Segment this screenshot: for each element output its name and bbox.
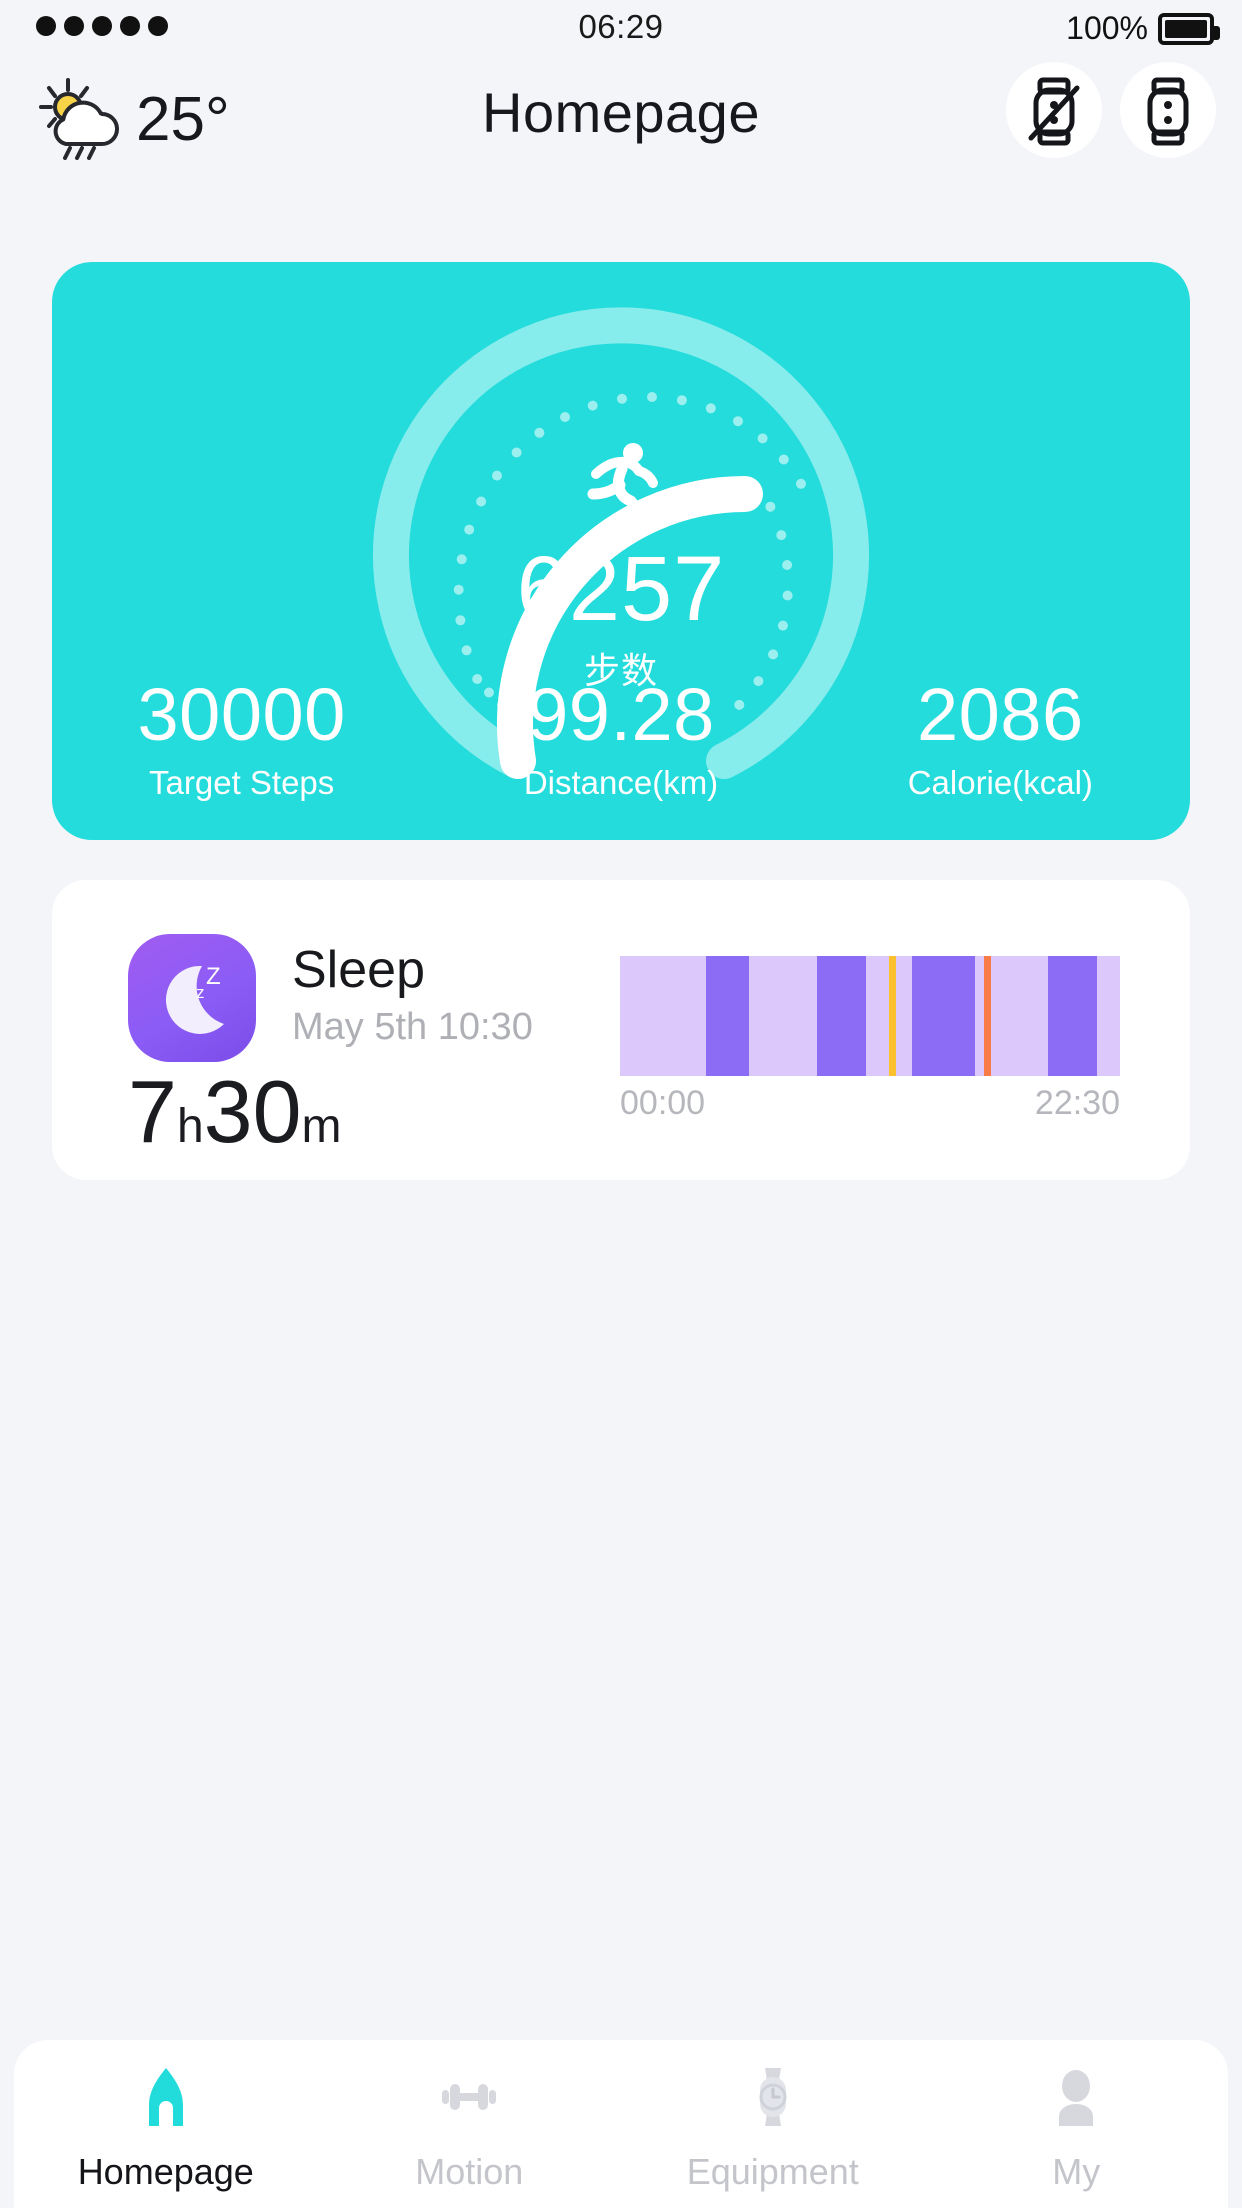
tab-label: My xyxy=(1052,2151,1101,2192)
status-bar-clock: 06:29 xyxy=(578,8,664,45)
stat-value: 99.28 xyxy=(527,672,715,756)
tab-equipment[interactable]: Equipment xyxy=(621,2062,925,2193)
sleep-minutes: 30 xyxy=(203,1062,302,1161)
sleep-duration: 7h30m xyxy=(128,1068,342,1156)
home-icon xyxy=(131,2062,201,2137)
sleep-segment-deep xyxy=(1047,956,1098,1076)
stat-distance: 99.28 Distance(km) xyxy=(431,672,810,802)
sleep-segment-light xyxy=(896,956,912,1076)
steps-card[interactable]: 6257 步数 30000 Target Steps 99.28 Distanc… xyxy=(52,262,1190,840)
sleep-segment-light xyxy=(1097,956,1120,1076)
tab-label: Equipment xyxy=(686,2151,859,2192)
person-icon xyxy=(1041,2062,1111,2137)
watch-connected-icon xyxy=(1147,77,1189,146)
sleep-segment-light xyxy=(974,956,984,1076)
tab-label: Motion xyxy=(415,2151,524,2192)
sleep-segment-light xyxy=(866,956,889,1076)
bottom-tab-bar: Homepage Motion Equipment My xyxy=(14,2040,1228,2208)
stat-label: Distance(km) xyxy=(523,764,719,801)
nav-header: 25° Homepage xyxy=(0,58,1242,168)
sleep-stage-chart[interactable] xyxy=(620,956,1120,1076)
status-bar-right: 100% xyxy=(1066,10,1220,47)
sleep-segment-deep xyxy=(816,956,867,1076)
steps-count: 6257 xyxy=(516,538,726,641)
app-root: 06:29 100% 25° Homepage 6257 步数 30000 Ta… xyxy=(0,0,1242,2208)
watch-connected-button[interactable] xyxy=(1120,62,1216,158)
sleep-segment-deep xyxy=(705,956,749,1076)
watch-disconnected-button[interactable] xyxy=(1006,62,1102,158)
sleep-segment-light xyxy=(748,956,817,1076)
stat-label: Calorie(kcal) xyxy=(907,764,1093,801)
battery-full-icon xyxy=(1158,12,1220,45)
battery-percent-label: 100% xyxy=(1066,10,1148,46)
svg-text:Z: Z xyxy=(206,963,221,990)
watch-disconnected-icon xyxy=(1028,77,1080,146)
sleep-segment-light xyxy=(991,956,1048,1076)
tab-label: Homepage xyxy=(77,2151,254,2192)
tab-homepage[interactable]: Homepage xyxy=(14,2062,318,2193)
sleep-chart-axis: 00:00 22:30 xyxy=(620,1084,1120,1123)
watch-icon xyxy=(738,2062,808,2137)
sleep-segment-awake xyxy=(888,956,897,1076)
sleep-card[interactable]: Z z Sleep May 5th 10:30 7h30m 00:00 22:3… xyxy=(52,880,1190,1180)
sleep-date: May 5th 10:30 xyxy=(292,1006,533,1048)
tab-my[interactable]: My xyxy=(925,2062,1229,2193)
nav-actions xyxy=(1006,62,1216,158)
sleep-moon-icon: Z z xyxy=(128,934,256,1062)
sleep-segment-awake xyxy=(983,956,992,1076)
stat-value: 30000 xyxy=(137,672,346,756)
stat-value: 2086 xyxy=(917,672,1084,756)
running-person-icon xyxy=(573,436,669,537)
sleep-hours-unit: h xyxy=(176,1100,204,1153)
steps-stats-row: 30000 Target Steps 99.28 Distance(km) 20… xyxy=(52,672,1190,802)
sleep-axis-end: 22:30 xyxy=(1034,1084,1120,1122)
tab-motion[interactable]: Motion xyxy=(318,2062,622,2193)
sleep-hours: 7 xyxy=(128,1062,177,1161)
stat-label: Target Steps xyxy=(149,764,335,801)
stat-calorie: 2086 Calorie(kcal) xyxy=(811,672,1190,802)
sleep-segment-light xyxy=(620,956,706,1076)
stat-target-steps: 30000 Target Steps xyxy=(52,672,431,802)
sleep-title: Sleep xyxy=(292,941,425,999)
svg-text:z: z xyxy=(196,983,205,1002)
sleep-segment-deep xyxy=(911,956,975,1076)
sleep-minutes-unit: m xyxy=(301,1100,342,1153)
sleep-axis-start: 00:00 xyxy=(620,1084,706,1122)
dumbbell-icon xyxy=(434,2062,504,2137)
status-bar: 06:29 100% xyxy=(0,0,1242,58)
